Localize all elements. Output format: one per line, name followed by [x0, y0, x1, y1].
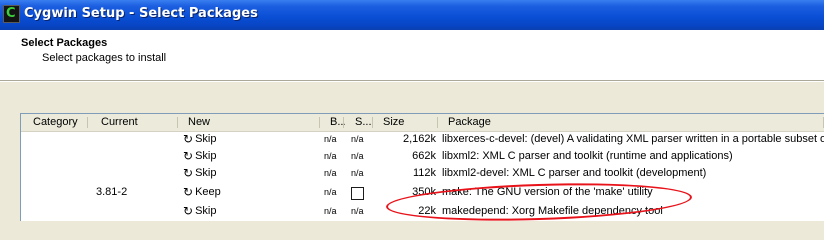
page-subtitle: Select packages to install: [42, 52, 167, 64]
cycle-icon: ↻: [183, 132, 194, 146]
src-cell[interactable]: n/a: [351, 131, 364, 148]
package-cell: libxml2-devel: XML C parser and toolkit …: [442, 167, 707, 179]
bin-cell[interactable]: n/a: [324, 165, 337, 182]
cycle-icon: ↻: [183, 149, 194, 163]
cycle-icon: ↻: [183, 185, 194, 199]
window-title: Cygwin Setup - Select Packages: [24, 6, 258, 21]
bin-cell[interactable]: n/a: [324, 203, 337, 220]
size-cell: 112k: [412, 167, 436, 179]
new-action-cell[interactable]: ↻ Skip: [183, 131, 216, 148]
package-list[interactable]: Category Current New B... S... Size Pack…: [20, 113, 824, 221]
cygwin-icon: C: [3, 5, 20, 23]
column-header-bin[interactable]: B...: [321, 114, 347, 132]
current-version-cell: 3.81-2: [96, 186, 128, 198]
new-action-cell[interactable]: ↻ Skip: [183, 148, 216, 165]
bin-cell[interactable]: n/a: [324, 184, 337, 201]
checkbox-icon[interactable]: [351, 187, 364, 200]
column-header-package[interactable]: Package: [439, 114, 824, 132]
column-header-new[interactable]: New: [179, 114, 321, 132]
column-header-size[interactable]: Size: [374, 114, 439, 132]
new-action-cell[interactable]: ↻ Keep: [183, 184, 221, 201]
size-cell: 662k: [412, 150, 436, 162]
src-cell[interactable]: n/a: [351, 203, 364, 220]
page-title: Select Packages: [21, 37, 108, 49]
package-cell: libxerces-c-devel: (devel) A validating …: [442, 133, 824, 145]
new-action-cell[interactable]: ↻ Skip: [183, 203, 216, 220]
column-header-category[interactable]: Category: [21, 114, 89, 132]
bin-cell[interactable]: n/a: [324, 131, 337, 148]
size-cell: 2,162k: [402, 133, 436, 145]
src-cell[interactable]: n/a: [351, 165, 364, 182]
cycle-icon: ↻: [183, 204, 194, 218]
wizard-header: Select Packages Select packages to insta…: [0, 30, 824, 80]
column-header-src[interactable]: S...: [345, 114, 374, 132]
header-divider-highlight: [0, 81, 824, 82]
src-cell[interactable]: n/a: [351, 148, 364, 165]
new-action-cell[interactable]: ↻ Skip: [183, 165, 216, 182]
column-header-current[interactable]: Current: [89, 114, 179, 132]
package-cell: libxml2: XML C parser and toolkit (runti…: [442, 150, 733, 162]
bin-cell[interactable]: n/a: [324, 148, 337, 165]
title-bar[interactable]: C Cygwin Setup - Select Packages: [0, 0, 824, 30]
cycle-icon: ↻: [183, 166, 194, 180]
